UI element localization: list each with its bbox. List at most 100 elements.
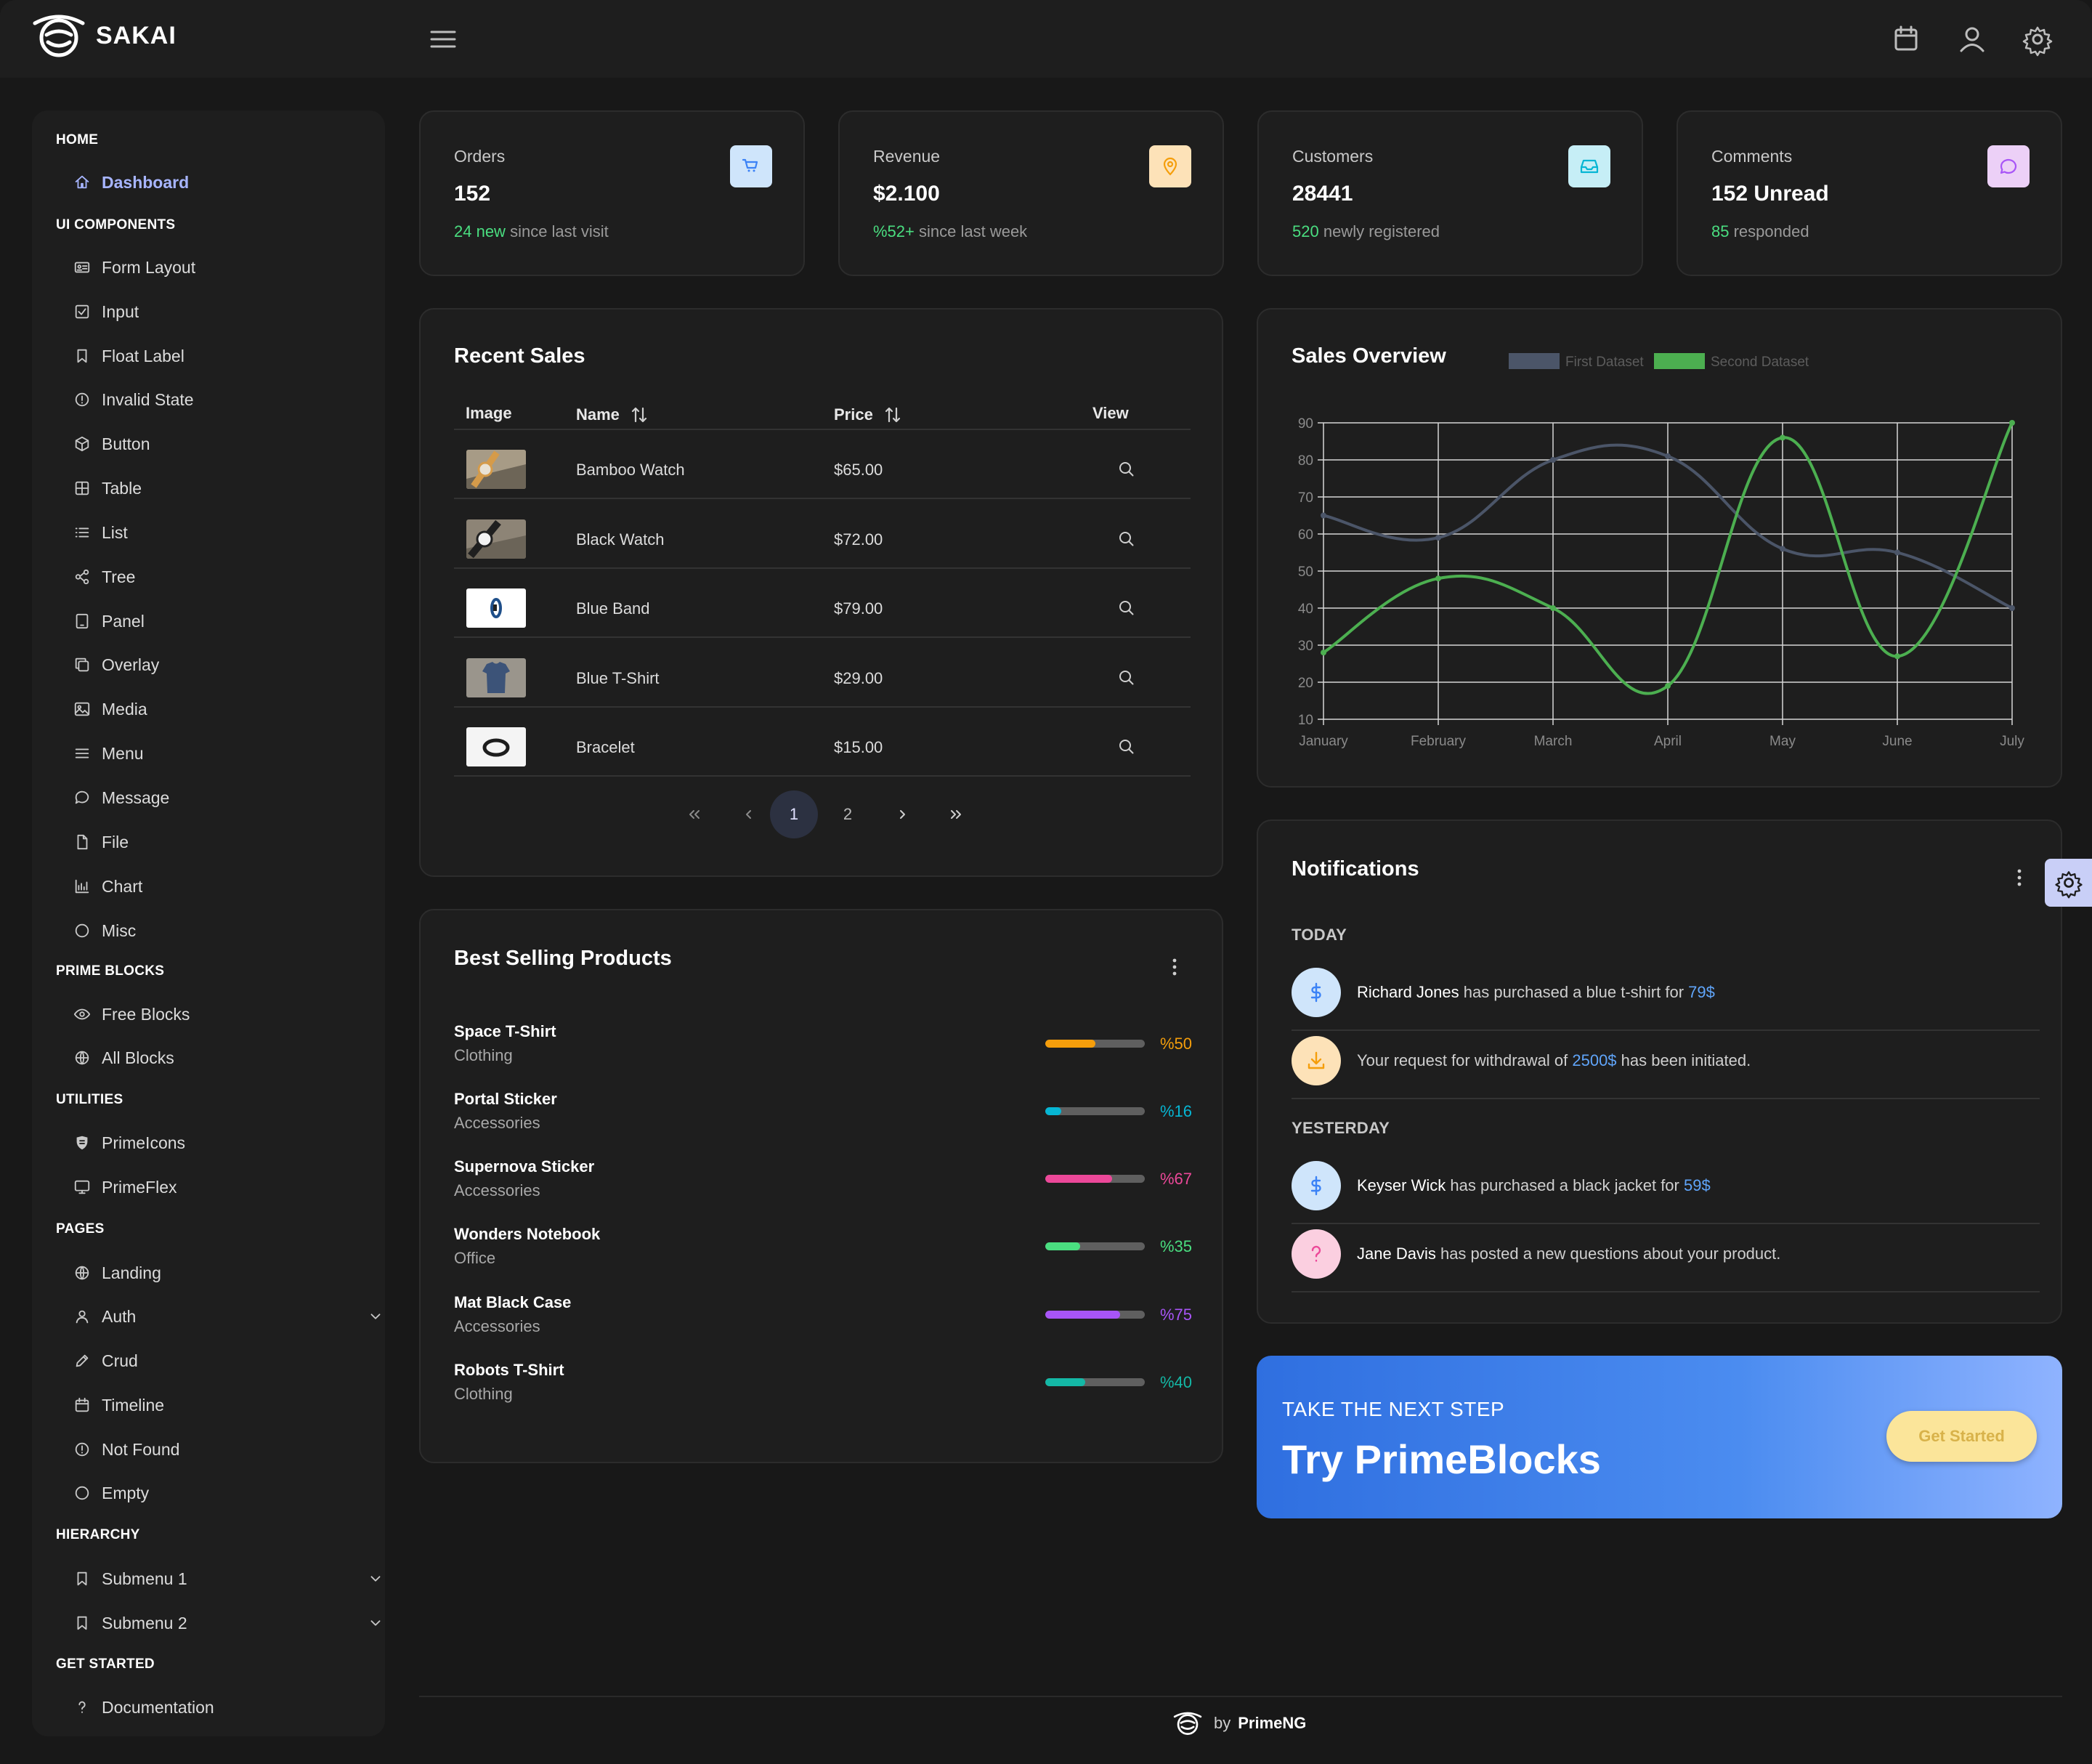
sidebar-item-label: Table xyxy=(102,478,142,498)
sidebar-item-file[interactable]: File xyxy=(73,828,378,857)
table-icon xyxy=(75,481,89,495)
logo[interactable]: SAKAI xyxy=(32,13,177,58)
sidebar-item-chart[interactable]: Chart xyxy=(73,872,378,901)
sidebar-item-button[interactable]: Button xyxy=(73,429,378,458)
view-product-button[interactable] xyxy=(1111,592,1143,624)
sidebar-item-media[interactable]: Media xyxy=(73,695,378,724)
primeng-logo-icon xyxy=(1173,1712,1202,1735)
eye-icon xyxy=(73,1008,91,1020)
sidebar-item-not-found[interactable]: Not Found xyxy=(73,1435,378,1464)
notification-text: Your request for withdrawal of 2500$ has… xyxy=(1357,1051,1751,1070)
sidebar-item-primeflex[interactable]: PrimeFlex xyxy=(73,1173,378,1202)
sidebar-item-dashboard[interactable]: Dashboard xyxy=(73,168,378,197)
data-point xyxy=(1665,683,1671,689)
view-product-button[interactable] xyxy=(1111,523,1143,555)
list-icon xyxy=(75,527,89,538)
paginator-page-2[interactable]: 2 xyxy=(824,790,872,838)
submenu-toggle[interactable] xyxy=(367,1308,384,1325)
sidebar-item-panel[interactable]: Panel xyxy=(73,607,378,636)
sidebar-item-overlay[interactable]: Overlay xyxy=(73,650,378,679)
column-header-name[interactable]: Name xyxy=(576,404,650,426)
sidebar-item-empty[interactable]: Empty xyxy=(73,1478,378,1508)
stat-card-customers: Customers 28441 520 newly registered xyxy=(1257,110,1643,276)
sidebar-item-icon xyxy=(73,1351,92,1370)
paginator-page-1[interactable]: 1 xyxy=(770,790,818,838)
bookmark-icon xyxy=(77,349,87,363)
sidebar-item-icon xyxy=(73,523,92,542)
calendar-icon xyxy=(75,1397,89,1412)
menu-toggle-button[interactable] xyxy=(425,21,461,57)
sidebar-item-crud[interactable]: Crud xyxy=(73,1346,378,1375)
sidebar-item-icon xyxy=(73,1614,92,1632)
cog-icon xyxy=(2022,26,2053,57)
row-divider xyxy=(454,567,1191,569)
progress-fill xyxy=(1045,1107,1061,1115)
question-icon xyxy=(1311,1245,1321,1262)
paginator-next-button[interactable] xyxy=(878,790,926,838)
sidebar-item-primeicons[interactable]: PrimeIcons xyxy=(73,1128,378,1157)
view-product-button[interactable] xyxy=(1111,731,1143,763)
footer-brand[interactable]: PrimeNG xyxy=(1238,1714,1306,1733)
sidebar-item-auth[interactable]: Auth xyxy=(73,1302,381,1331)
sidebar-item-documentation[interactable]: Documentation xyxy=(73,1693,378,1722)
product-image xyxy=(466,588,526,628)
notification-amount[interactable]: 2500$ xyxy=(1572,1051,1616,1069)
sidebar-item-icon xyxy=(73,788,92,807)
layout-config-button[interactable] xyxy=(2045,859,2092,907)
primeblocks-banner: TAKE THE NEXT STEP Try PrimeBlocks Get S… xyxy=(1257,1356,2062,1518)
best-selling-menu-button[interactable] xyxy=(1160,952,1189,982)
sidebar-item-misc[interactable]: Misc xyxy=(73,916,378,945)
globe-icon xyxy=(75,1266,89,1280)
column-label: View xyxy=(1092,404,1129,422)
submenu-toggle[interactable] xyxy=(367,1614,384,1632)
profile-button[interactable] xyxy=(1954,21,1990,57)
y-tick-label: 20 xyxy=(1298,676,1313,691)
sidebar-item-submenu-1[interactable]: Submenu 1 xyxy=(73,1564,381,1593)
angle-right-icon xyxy=(900,810,905,819)
sidebar-item-tree[interactable]: Tree xyxy=(73,562,378,591)
row-divider xyxy=(454,775,1191,777)
sidebar-item-landing[interactable]: Landing xyxy=(73,1258,378,1287)
sidebar-item-form-layout[interactable]: Form Layout xyxy=(73,253,378,282)
paginator-prev-button[interactable] xyxy=(725,790,773,838)
notification-divider xyxy=(1292,1029,2040,1031)
sidebar-item-all-blocks[interactable]: All Blocks xyxy=(73,1043,378,1072)
view-product-button[interactable] xyxy=(1111,662,1143,694)
progress-bar xyxy=(1045,1175,1145,1183)
notifications-menu-button[interactable] xyxy=(2005,863,2034,892)
stat-subtext: 85 responded xyxy=(1711,222,1809,241)
notification-divider xyxy=(1292,1098,2040,1099)
product-price: $72.00 xyxy=(834,530,883,549)
notification-icon-badge xyxy=(1292,968,1341,1017)
sidebar-item-message[interactable]: Message xyxy=(73,783,378,812)
stat-card-comments: Comments 152 Unread 85 responded xyxy=(1677,110,2062,276)
share-alt-icon xyxy=(75,569,89,585)
settings-button[interactable] xyxy=(2019,21,2056,57)
submenu-toggle[interactable] xyxy=(367,1570,384,1587)
column-header-price[interactable]: Price xyxy=(834,404,904,426)
sidebar-item-submenu-2[interactable]: Submenu 2 xyxy=(73,1609,381,1638)
y-tick-label: 60 xyxy=(1298,527,1313,543)
notification-amount[interactable]: 79$ xyxy=(1688,983,1715,1001)
sidebar-item-float-label[interactable]: Float Label xyxy=(73,341,378,371)
sidebar-item-menu[interactable]: Menu xyxy=(73,739,378,768)
paginator-last-button[interactable] xyxy=(932,790,980,838)
get-started-button[interactable]: Get Started xyxy=(1886,1411,2037,1462)
sidebar-item-input[interactable]: Input xyxy=(73,297,378,326)
footer-divider xyxy=(419,1696,2062,1697)
notification-amount[interactable]: 59$ xyxy=(1684,1176,1711,1194)
calendar-button[interactable] xyxy=(1888,21,1924,57)
sidebar-item-list[interactable]: List xyxy=(73,518,378,547)
sidebar-item-timeline[interactable]: Timeline xyxy=(73,1391,378,1420)
notifications-yesterday-label: YESTERDAY xyxy=(1292,1119,1390,1137)
product-image xyxy=(466,727,526,766)
sidebar-item-invalid-state[interactable]: Invalid State xyxy=(73,385,378,414)
progress-percent: %40 xyxy=(1160,1373,1193,1391)
sidebar-item-table[interactable]: Table xyxy=(73,474,378,503)
sidebar-item-free-blocks[interactable]: Free Blocks xyxy=(73,1000,378,1029)
product-name: Supernova Sticker xyxy=(454,1157,595,1176)
view-product-button[interactable] xyxy=(1111,453,1143,485)
footer-by: by xyxy=(1214,1714,1231,1732)
sidebar-item-icon xyxy=(73,700,92,719)
paginator-first-button[interactable] xyxy=(670,790,718,838)
